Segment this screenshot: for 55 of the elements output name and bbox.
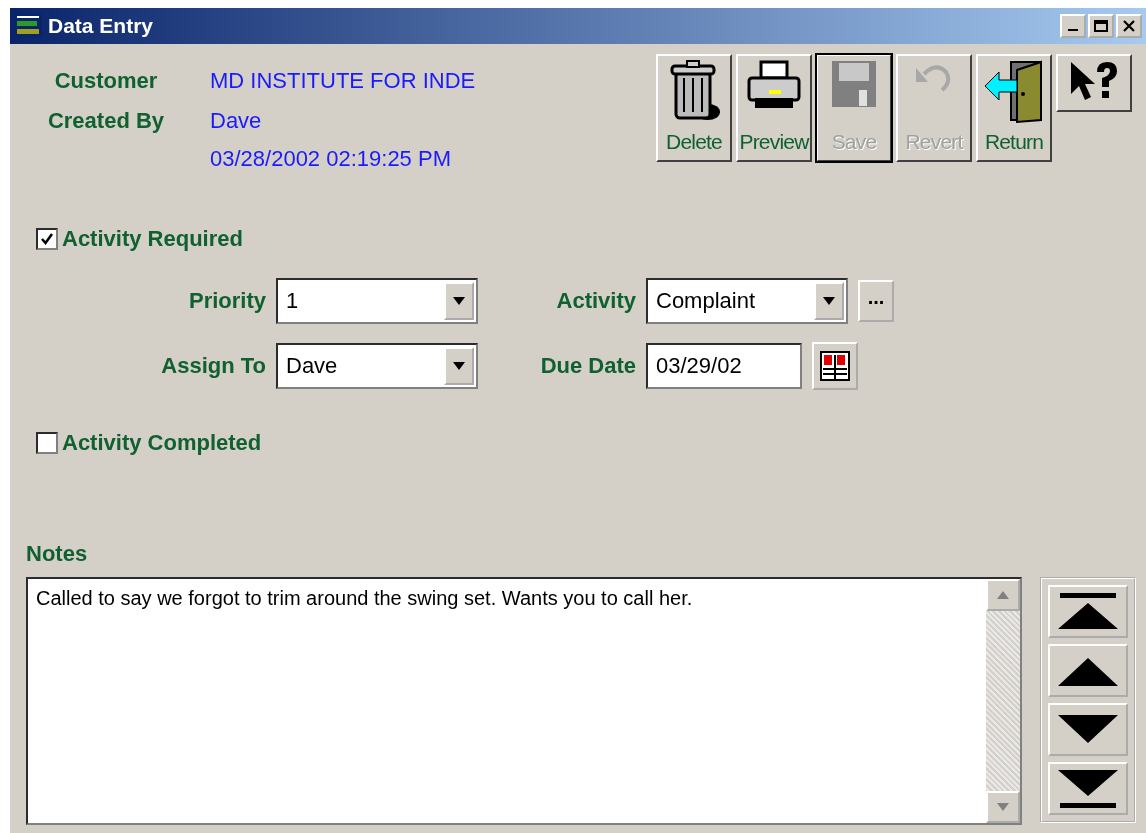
maximize-button[interactable] [1088,14,1114,38]
date-field[interactable]: 03/29/02 [646,343,802,389]
dropdown-field[interactable]: Dave [276,343,478,389]
up-arrow-icon [997,591,1009,599]
field-label: Due Date [539,353,636,379]
check-mark-icon [40,232,54,246]
field-value: Dave [210,108,263,134]
down-triangle-icon [1056,714,1120,745]
down-arrow-icon [997,803,1009,811]
field-label: Priority [187,288,266,314]
dropdown-arrow-icon [823,297,835,305]
field-label: Assign To [160,353,266,379]
maximize-icon [1094,20,1108,32]
next-record-button[interactable] [1048,703,1128,756]
checkbox[interactable] [36,432,58,454]
dropdown-arrow-icon [453,297,465,305]
dropdown-field[interactable]: 1 [276,278,478,324]
last-icon [1056,769,1120,808]
dropdown-button[interactable] [814,282,844,320]
minimize-icon [1068,29,1078,31]
field-value: MD INSTITUTE FOR INDE [210,68,476,94]
dropdown-arrow-icon [453,362,465,370]
door-arrow-icon [983,60,1045,124]
window-title: Data Entry [48,14,155,38]
previous-record-button[interactable] [1048,644,1128,697]
field-label: Customer [53,68,159,94]
checkbox[interactable] [36,228,58,250]
minimize-button[interactable] [1060,14,1086,38]
printer-icon [747,60,801,110]
trash-can-icon [668,60,720,122]
last-record-button[interactable] [1048,762,1128,815]
notes-field[interactable]: Called to say we forgot to trim around the swing set. Wants you to call her. [26,577,1022,825]
scroll-down-button[interactable] [986,791,1020,823]
calendar-button[interactable] [812,342,858,390]
field-label: Created By [46,108,166,135]
scroll-up-button[interactable] [986,579,1020,611]
field-label: Activity [555,288,636,314]
notes-label: Notes [26,541,89,567]
browse-button[interactable]: ... [858,280,894,322]
up-triangle-icon [1056,655,1120,686]
field-value: 03/28/2002 02:19:25 PM [210,146,452,172]
close-button[interactable] [1116,14,1142,38]
checkbox-label: Activity Required [62,226,243,252]
dropdown-field[interactable]: Complaint [646,278,848,324]
first-record-button[interactable] [1048,585,1128,638]
toolbar-button[interactable]: Return [976,54,1052,162]
first-icon [1056,592,1120,631]
toolbar-button[interactable]: Preview [736,54,812,162]
help-button[interactable] [1056,54,1132,112]
checkbox-label: Activity Completed [62,430,262,456]
dropdown-button[interactable] [444,282,474,320]
calendar-icon [820,351,850,381]
toolbar-button[interactable]: Delete [656,54,732,162]
dropdown-button[interactable] [444,347,474,385]
close-icon [1123,20,1135,32]
